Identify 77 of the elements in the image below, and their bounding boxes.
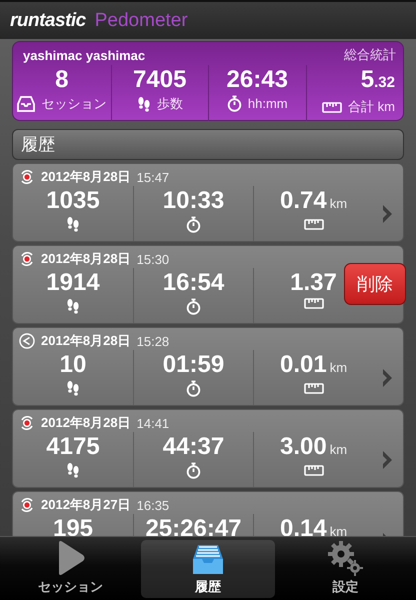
distance-value: 0.14 xyxy=(280,514,327,536)
footprints-icon xyxy=(66,462,80,478)
inbox-tray-icon xyxy=(190,542,225,576)
duration-value: 10:33 xyxy=(162,186,224,216)
user-name: yashimac yashimac xyxy=(23,48,146,62)
gears-icon xyxy=(327,540,364,576)
stopwatch-icon xyxy=(186,298,201,315)
duration-value: 44:37 xyxy=(162,432,224,462)
history-row[interactable]: 2012年8月28日 15:28 10 01:59 0.01 km xyxy=(12,327,404,406)
distance-value: 0.74 xyxy=(280,186,327,216)
steps-value: 195 xyxy=(52,514,94,536)
stat-label: hh:mm xyxy=(248,96,288,111)
stat-value: 5.32 xyxy=(360,65,395,95)
steps-value: 1035 xyxy=(46,186,100,216)
ruler-icon xyxy=(304,383,324,394)
history-row[interactable]: 2012年8月28日 15:30 1914 16:54 1.37 削除 xyxy=(12,245,404,324)
stopwatch-icon xyxy=(186,380,201,397)
ruler-icon xyxy=(304,465,324,476)
session-time: 16:35 xyxy=(136,498,170,512)
footprints-icon xyxy=(66,380,80,396)
history-row[interactable]: 2012年8月28日 14:41 4175 44:37 3.00 km xyxy=(12,409,404,488)
ruler-icon xyxy=(304,298,324,309)
share-icon xyxy=(19,333,35,349)
stat-label: セッション xyxy=(41,95,106,113)
distance-value: 1.37 xyxy=(290,268,337,298)
distance-unit: km xyxy=(330,195,348,213)
history-row[interactable]: 2012年8月28日 15:47 1035 10:33 0.74 km xyxy=(12,163,404,242)
stopwatch-icon xyxy=(186,216,201,233)
tab[interactable]: セッション xyxy=(4,540,138,598)
session-date: 2012年8月28日 xyxy=(41,332,131,350)
tab[interactable]: 履歴 xyxy=(141,540,275,598)
sync-record-icon xyxy=(19,169,35,185)
sync-record-icon xyxy=(19,415,35,431)
stopwatch-icon xyxy=(226,95,242,112)
duration-value: 01:59 xyxy=(162,350,224,380)
distance-value: 3.00 xyxy=(280,432,327,462)
brand-logo: runtastic xyxy=(10,10,86,32)
duration-value: 16:54 xyxy=(162,268,224,298)
summary-title: 総合統計 xyxy=(344,46,396,64)
session-date: 2012年8月28日 xyxy=(41,250,131,268)
steps-value: 10 xyxy=(60,350,86,380)
sync-record-icon xyxy=(19,251,35,267)
chevron-right-icon[interactable] xyxy=(382,204,394,224)
session-date: 2012年8月28日 xyxy=(41,168,131,186)
duration-value: 25:26:47 xyxy=(145,514,242,536)
chevron-right-icon[interactable] xyxy=(382,368,394,388)
steps-value: 1914 xyxy=(46,268,100,298)
delete-button[interactable]: 削除 xyxy=(344,263,406,305)
ruler-icon xyxy=(322,102,342,112)
history-row[interactable]: 2012年8月27日 16:35 195 25:26:47 0.14 km xyxy=(12,491,404,536)
distance-unit: km xyxy=(330,359,348,377)
distance-unit: km xyxy=(330,441,348,459)
session-time: 14:41 xyxy=(136,416,170,430)
footprints-icon xyxy=(66,216,80,232)
sync-record-icon xyxy=(19,497,35,513)
ruler-icon xyxy=(304,219,324,230)
stat-label: 合計 km xyxy=(348,98,395,116)
app-title: Pedometer xyxy=(94,10,188,32)
session-time: 15:47 xyxy=(136,170,170,184)
stat-value: 7405 xyxy=(133,65,186,95)
session-date: 2012年8月27日 xyxy=(41,496,131,514)
chevron-right-icon[interactable] xyxy=(382,450,394,470)
stat-label: 歩数 xyxy=(156,95,183,113)
tab[interactable]: 設定 xyxy=(278,540,412,598)
footprints-icon xyxy=(136,96,151,112)
stat-value: 8 xyxy=(55,65,68,95)
steps-value: 4175 xyxy=(46,432,100,462)
inbox-tray-icon xyxy=(17,96,36,112)
session-time: 15:28 xyxy=(136,334,170,348)
footprints-icon xyxy=(66,298,80,314)
session-time: 15:30 xyxy=(136,252,170,266)
stat-value: 26:43 xyxy=(226,65,288,95)
distance-unit: km xyxy=(330,523,348,536)
stopwatch-icon xyxy=(186,462,201,479)
session-date: 2012年8月28日 xyxy=(41,414,131,432)
history-header: 履歴 xyxy=(12,129,404,160)
distance-value: 0.01 xyxy=(280,350,327,380)
